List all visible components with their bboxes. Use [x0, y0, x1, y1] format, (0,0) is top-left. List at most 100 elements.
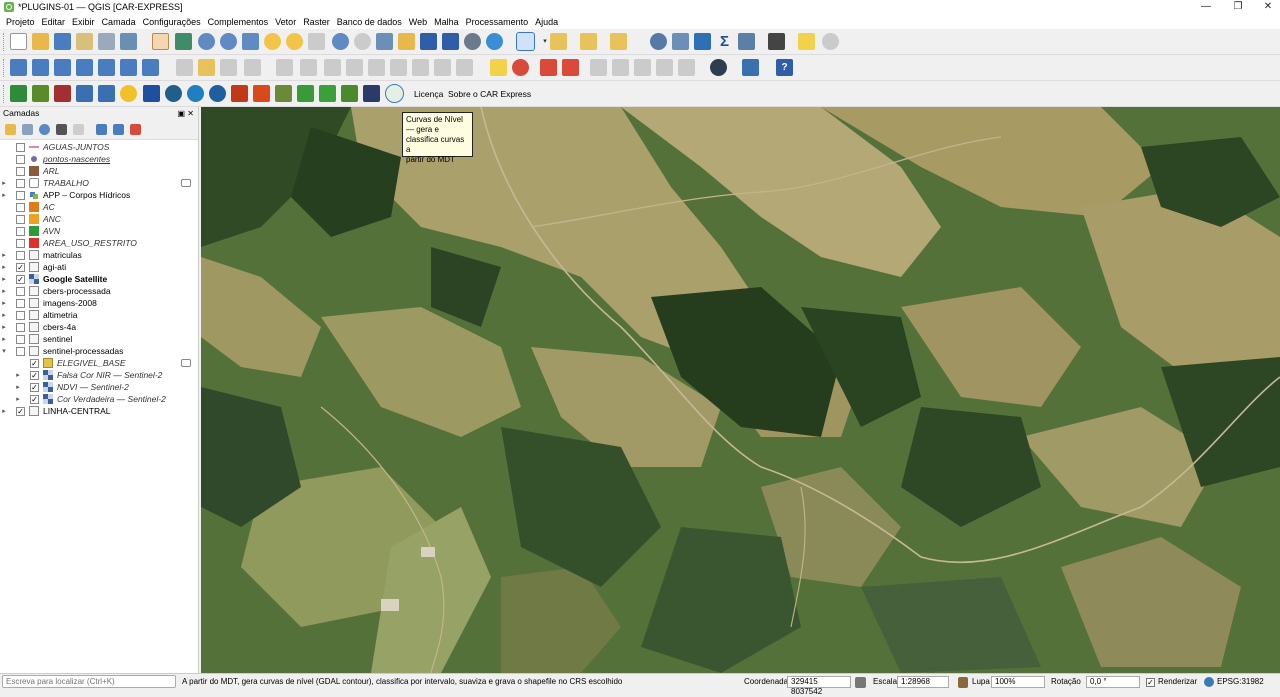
layer-app-corpos-hidricos[interactable]: ▸ APP – Corpos Hídricos: [0, 189, 199, 201]
add-group-icon[interactable]: [22, 124, 33, 135]
bookmark-icon[interactable]: [398, 33, 415, 50]
vector-layer-icon[interactable]: [142, 59, 159, 76]
delete-selected-icon[interactable]: [324, 59, 341, 76]
expand-arrow-icon[interactable]: ▸: [14, 383, 22, 391]
map-canvas[interactable]: [201, 107, 1280, 673]
collapse-all-icon[interactable]: [113, 124, 124, 135]
layer-checkbox[interactable]: [16, 310, 25, 320]
expand-arrow-icon[interactable]: ▸: [0, 335, 8, 343]
rotate-label-icon[interactable]: [612, 59, 629, 76]
plugin-fire-icon[interactable]: [231, 85, 248, 102]
layer-agi-ati[interactable]: ▸ ✓ agi-ati: [0, 261, 199, 273]
layer-checkbox[interactable]: [16, 334, 25, 344]
locator-search-input[interactable]: [2, 675, 176, 688]
settings-gear-icon[interactable]: [694, 33, 711, 50]
expand-arrow-icon[interactable]: ▸: [14, 395, 22, 403]
menu-vetor[interactable]: Vetor: [272, 17, 300, 27]
layer-checkbox-checked[interactable]: ✓: [30, 370, 39, 380]
refresh-icon[interactable]: [486, 33, 503, 50]
show-hide-labels-icon[interactable]: [562, 59, 579, 76]
expand-arrow-icon[interactable]: ▸: [0, 311, 8, 319]
layer-checkbox-checked[interactable]: ✓: [30, 394, 39, 404]
save-icon[interactable]: [54, 33, 71, 50]
plugin-search-icon[interactable]: [187, 85, 204, 102]
render-checkbox[interactable]: ✓: [1146, 678, 1155, 687]
pan-to-selection-icon[interactable]: [175, 33, 192, 50]
zoom-next-icon[interactable]: [354, 33, 371, 50]
toolbar-grip[interactable]: [3, 33, 6, 51]
python-console-icon[interactable]: [742, 59, 759, 76]
layer-pontos-nascentes[interactable]: pontos-nascentes: [0, 153, 199, 165]
panel-float-close-icon[interactable]: ▣ ✕: [178, 107, 194, 120]
layer-checkbox[interactable]: [16, 298, 25, 308]
zoom-in-icon[interactable]: [198, 33, 215, 50]
new-geopackage-icon[interactable]: [32, 59, 49, 76]
expand-arrow-icon[interactable]: ▸: [0, 407, 8, 415]
menu-ajuda[interactable]: Ajuda: [532, 17, 562, 27]
plugin-tool-icon[interactable]: [98, 85, 115, 102]
layer-indicator-icon[interactable]: [181, 179, 191, 187]
zoom-to-selection-icon[interactable]: [264, 33, 281, 50]
expand-arrow-icon[interactable]: ▸: [0, 323, 8, 331]
layer-area-uso-restrito[interactable]: AREA_USO_RESTRITO: [0, 237, 199, 249]
layer-checkbox-checked[interactable]: ✓: [30, 358, 39, 368]
collapse-arrow-icon[interactable]: ▾: [0, 347, 8, 355]
layer-avn[interactable]: AVN: [0, 225, 199, 237]
lock-icon[interactable]: [958, 677, 968, 688]
menu-complementos[interactable]: Complementos: [205, 17, 273, 27]
open-style-icon[interactable]: [5, 124, 16, 135]
show-bookmarks-icon[interactable]: [420, 33, 437, 50]
layer-checkbox[interactable]: [16, 322, 25, 332]
pan-hand-icon[interactable]: [152, 33, 169, 50]
zoom-to-layer-icon[interactable]: [286, 33, 303, 50]
scale-combobox[interactable]: 1:28968: [897, 676, 949, 688]
expand-arrow-icon[interactable]: ▸: [0, 179, 8, 187]
plugin-compass-icon[interactable]: [165, 85, 182, 102]
zoom-native-icon[interactable]: [308, 33, 325, 50]
expand-arrow-icon[interactable]: ▸: [0, 263, 8, 271]
menu-raster[interactable]: Raster: [300, 17, 334, 27]
select-features-icon[interactable]: [516, 32, 535, 51]
move-label-icon[interactable]: [590, 59, 607, 76]
expand-arrow-icon[interactable]: ▸: [0, 299, 8, 307]
layer-falsa-cor-nir[interactable]: ▸ ✓ Falsa Cor NIR — Sentinel-2: [0, 369, 199, 381]
layer-checkbox[interactable]: [16, 346, 25, 356]
plugin-burn-icon[interactable]: [253, 85, 270, 102]
layer-google-satellite[interactable]: ▸ ✓ Google Satellite: [0, 273, 199, 285]
car-express-icon[interactable]: [10, 85, 27, 102]
diagram-icon[interactable]: [656, 59, 673, 76]
licenca-button[interactable]: Licença: [414, 89, 443, 99]
plugin-gear-icon[interactable]: [76, 85, 93, 102]
close-button[interactable]: ✕: [1252, 0, 1280, 14]
layer-checkbox[interactable]: [16, 214, 25, 224]
plugin-globe-icon[interactable]: [209, 85, 226, 102]
filter-legend-icon[interactable]: [73, 124, 84, 135]
menu-editar[interactable]: Editar: [39, 17, 70, 27]
copy-icon[interactable]: [390, 59, 407, 76]
layer-linha-central[interactable]: ▸ ✓ LINHA-CENTRAL: [0, 405, 199, 417]
plugin-landscape-icon[interactable]: [275, 85, 292, 102]
zoom-last-icon[interactable]: [332, 33, 349, 50]
layer-matriculas[interactable]: ▸ matriculas: [0, 249, 199, 261]
plugin-forest-icon[interactable]: [319, 85, 336, 102]
menu-configuracoes[interactable]: Configurações: [140, 17, 205, 27]
layer-cbers-4a[interactable]: ▸ cbers-4a: [0, 321, 199, 333]
layer-checkbox[interactable]: [16, 238, 25, 248]
layer-checkbox[interactable]: [16, 142, 25, 152]
layer-indicator-icon[interactable]: [181, 359, 191, 367]
new-print-layout-icon[interactable]: [76, 33, 93, 50]
save-edits-icon[interactable]: [220, 59, 237, 76]
data-source-manager-icon[interactable]: [10, 59, 27, 76]
callout-icon[interactable]: [678, 59, 695, 76]
layer-aguas-juntos[interactable]: AGUAS-JUNTOS: [0, 141, 199, 153]
plugin-raster-icon[interactable]: [54, 85, 71, 102]
layer-ndvi[interactable]: ▸ ✓ NDVI — Sentinel-2: [0, 381, 199, 393]
menu-camada[interactable]: Camada: [99, 17, 140, 27]
plugin-leaf-icon[interactable]: [32, 85, 49, 102]
restore-button[interactable]: ❐: [1222, 0, 1254, 14]
layer-imagens-2008[interactable]: ▸ imagens-2008: [0, 297, 199, 309]
new-shapefile-icon[interactable]: [54, 59, 71, 76]
layer-checkbox[interactable]: [16, 178, 25, 188]
menu-processamento[interactable]: Processamento: [463, 17, 533, 27]
toolbar-grip[interactable]: [3, 85, 6, 103]
